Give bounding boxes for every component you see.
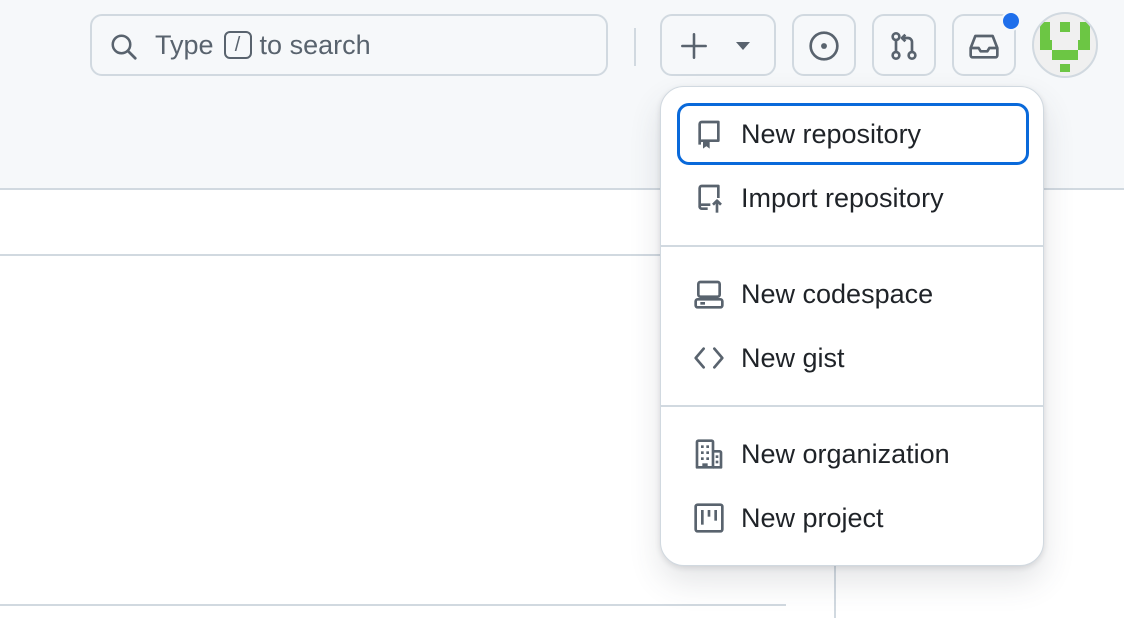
menu-item-import-repository[interactable]: Import repository: [677, 167, 1029, 229]
menu-item-new-repository[interactable]: New repository: [677, 103, 1029, 165]
inbox-icon: [969, 34, 999, 59]
search-input[interactable]: Type / to search: [90, 14, 608, 76]
codespaces-icon: [694, 280, 724, 309]
project-icon: [694, 503, 724, 533]
identicon: [1040, 22, 1090, 72]
git-pull-request-icon: [891, 32, 917, 60]
search-shortcut-key: /: [223, 31, 252, 59]
menu-item-label: New gist: [741, 342, 845, 373]
sidebar-divider: [834, 566, 836, 618]
menu-item-label: New codespace: [741, 278, 934, 309]
menu-separator: [661, 405, 1043, 407]
repo-push-icon: [698, 184, 722, 213]
menu-item-label: New project: [741, 502, 884, 533]
search-icon: [111, 34, 137, 60]
content-divider-1: [0, 254, 660, 256]
notification-indicator: [1001, 11, 1021, 31]
menu-item-new-codespace[interactable]: New codespace: [677, 263, 1029, 325]
menu-item-new-organization[interactable]: New organization: [677, 423, 1029, 485]
menu-separator: [661, 245, 1043, 247]
menu-item-label: New organization: [741, 438, 950, 469]
plus-icon: [681, 33, 707, 59]
issues-button[interactable]: [792, 14, 856, 76]
header-divider: [634, 28, 636, 66]
search-placeholder: Type / to search: [155, 16, 371, 74]
organization-icon: [695, 439, 723, 469]
avatar[interactable]: [1032, 12, 1098, 78]
content-divider-2: [0, 604, 786, 606]
menu-item-new-project[interactable]: New project: [677, 487, 1029, 549]
code-icon: [694, 347, 724, 369]
pull-requests-button[interactable]: [872, 14, 936, 76]
menu-item-new-gist[interactable]: New gist: [677, 327, 1029, 389]
issue-opened-icon: [809, 31, 839, 61]
search-suffix: to search: [259, 29, 371, 60]
create-new-menu: New repository Import repository New cod…: [660, 86, 1044, 566]
menu-item-label: New repository: [741, 118, 922, 149]
menu-item-label: Import repository: [741, 182, 944, 213]
repo-icon: [698, 120, 720, 149]
search-prefix: Type: [155, 29, 214, 60]
create-new-button[interactable]: [660, 14, 776, 76]
triangle-down-icon: [736, 42, 750, 50]
